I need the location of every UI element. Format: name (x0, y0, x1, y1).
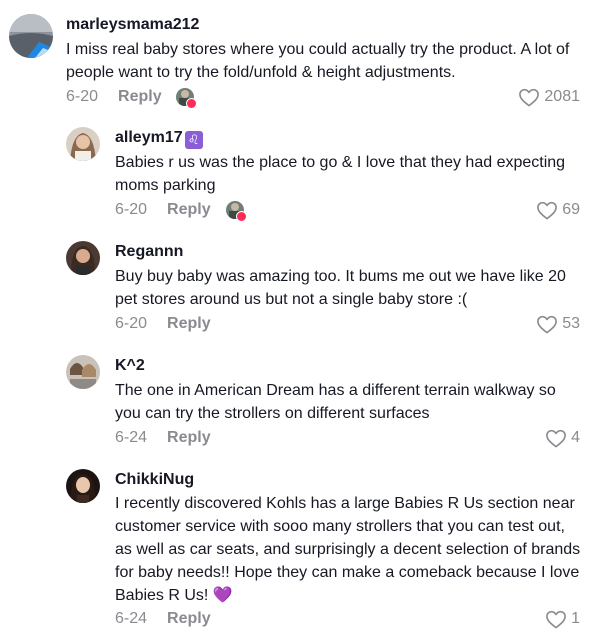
comment-date: 6-24 (115, 429, 148, 446)
comment-meta: 6-20 Reply (115, 201, 211, 219)
comment-username[interactable]: K^2 (115, 357, 145, 375)
avatar[interactable] (66, 355, 100, 389)
like-button[interactable]: 69 (536, 200, 580, 220)
reply-button[interactable]: Reply (118, 88, 162, 106)
comment-date: 6-20 (115, 201, 148, 218)
comment-text-body: I recently discovered Kohls has a large … (115, 495, 581, 604)
heart-badge-icon (236, 211, 247, 222)
reply-button[interactable]: Reply (167, 201, 211, 219)
heart-outline-icon (546, 429, 567, 448)
like-count: 53 (562, 315, 580, 332)
comment-text: I miss real baby stores where you could … (66, 41, 570, 81)
heart-outline-icon (519, 88, 540, 107)
heart-badge-icon (186, 98, 197, 109)
avatar[interactable] (66, 469, 100, 503)
like-count: 69 (562, 201, 580, 218)
like-button[interactable]: 1 (545, 609, 580, 629)
reply-button[interactable]: Reply (167, 610, 211, 628)
comment-username[interactable]: Regannn (115, 243, 183, 261)
like-count: 4 (571, 429, 580, 446)
reply-button[interactable]: Reply (167, 315, 211, 333)
comment-text: The one in American Dream has a differen… (115, 382, 556, 422)
comment-text: I recently discovered Kohls has a large … (115, 492, 585, 607)
like-button[interactable]: 2081 (518, 87, 580, 107)
heart-outline-icon (546, 610, 567, 629)
comment-meta: 6-20 Reply (66, 88, 162, 106)
comment-date: 6-24 (115, 610, 148, 627)
creator-liked-indicator (176, 88, 198, 110)
comment-text: Babies r us was the place to go & I love… (115, 154, 566, 194)
avatar[interactable] (66, 127, 100, 161)
comment-date: 6-20 (115, 315, 148, 332)
leo-zodiac-icon: ♌ (184, 131, 203, 149)
comment-username[interactable]: alleym17 ♌ (115, 129, 203, 149)
like-button[interactable]: 4 (545, 428, 580, 448)
comment-meta: 6-24 Reply (115, 429, 211, 447)
heart-outline-icon (537, 201, 558, 220)
heart-outline-icon (537, 315, 558, 334)
creator-liked-indicator (226, 201, 248, 223)
avatar[interactable] (9, 14, 53, 58)
comment-meta: 6-20 Reply (115, 315, 211, 333)
comment-username[interactable]: ChikkiNug (115, 471, 194, 489)
comment-username[interactable]: marleysmama212 (66, 16, 199, 34)
comment-date: 6-20 (66, 88, 99, 105)
like-count: 1 (571, 610, 580, 627)
like-button[interactable]: 53 (536, 314, 580, 334)
username-text: alleym17 (115, 129, 183, 146)
purple-heart-icon: 💜 (212, 587, 233, 604)
avatar[interactable] (66, 241, 100, 275)
reply-button[interactable]: Reply (167, 429, 211, 447)
like-count: 2081 (544, 88, 580, 105)
comment-meta: 6-24 Reply (115, 610, 211, 628)
comment-text: Buy buy baby was amazing too. It bums me… (115, 268, 566, 308)
